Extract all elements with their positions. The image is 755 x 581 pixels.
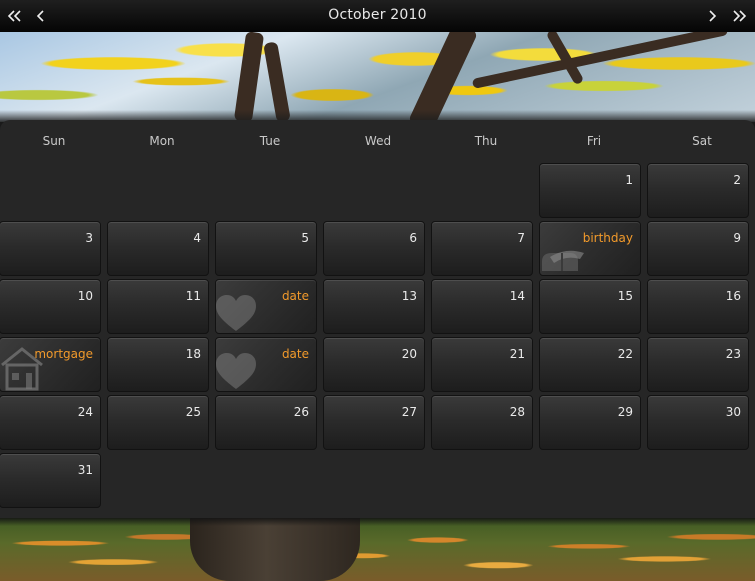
day-cell[interactable]: 28 <box>431 395 533 450</box>
day-cell[interactable]: 2 <box>647 163 749 218</box>
day-cell[interactable]: 9 <box>647 221 749 276</box>
day-number: 25 <box>185 405 201 419</box>
day-cell[interactable]: 15 <box>539 279 641 334</box>
day-cell-event[interactable]: date <box>215 337 317 392</box>
day-cell[interactable]: 5 <box>215 221 317 276</box>
day-number: 4 <box>193 231 201 245</box>
day-cell-event[interactable]: birthday <box>539 221 641 276</box>
day-cell[interactable]: 18 <box>107 337 209 392</box>
day-cell[interactable]: 3 <box>0 221 101 276</box>
event-label: date <box>281 289 309 303</box>
day-cell[interactable]: 31 <box>0 453 101 508</box>
day-cell[interactable]: 24 <box>0 395 101 450</box>
day-number: 7 <box>517 231 525 245</box>
day-cell[interactable]: 16 <box>647 279 749 334</box>
day-number: 31 <box>77 463 93 477</box>
day-number: 14 <box>509 289 525 303</box>
day-cell[interactable]: 25 <box>107 395 209 450</box>
day-cell[interactable]: 14 <box>431 279 533 334</box>
day-number: 29 <box>617 405 633 419</box>
day-number: 13 <box>401 289 417 303</box>
day-cell[interactable]: 4 <box>107 221 209 276</box>
day-cell[interactable]: 11 <box>107 279 209 334</box>
weekday-label: Tue <box>259 134 281 148</box>
day-number: 26 <box>293 405 309 419</box>
heart-icon <box>216 295 256 331</box>
day-number: 27 <box>401 405 417 419</box>
day-cell[interactable]: 21 <box>431 337 533 392</box>
heart-icon <box>216 353 256 389</box>
day-number: 11 <box>185 289 201 303</box>
day-cell[interactable]: 29 <box>539 395 641 450</box>
event-label: birthday <box>582 231 633 245</box>
day-number: 6 <box>409 231 417 245</box>
double-chevron-right-icon <box>733 10 747 22</box>
day-cell[interactable]: 23 <box>647 337 749 392</box>
weekday-label: Fri <box>586 134 602 148</box>
day-number: 20 <box>401 347 417 361</box>
day-cell-event[interactable]: date <box>215 279 317 334</box>
month-title: October 2010 <box>328 7 427 23</box>
event-label: mortgage <box>34 347 93 361</box>
day-number: 22 <box>617 347 633 361</box>
weekday-label: Mon <box>149 134 175 148</box>
day-cell[interactable]: 27 <box>323 395 425 450</box>
day-number: 28 <box>509 405 525 419</box>
day-cell[interactable]: 22 <box>539 337 641 392</box>
day-number: 10 <box>77 289 93 303</box>
day-number: 24 <box>77 405 93 419</box>
day-cell-event[interactable]: mortgage <box>0 337 101 392</box>
weekday-label: Sun <box>42 134 66 148</box>
day-cell[interactable]: 1 <box>539 163 641 218</box>
day-number: 15 <box>617 289 633 303</box>
day-number: 21 <box>509 347 525 361</box>
day-cell[interactable]: 26 <box>215 395 317 450</box>
gift-icon <box>542 250 584 271</box>
day-number: 23 <box>725 347 741 361</box>
day-cell[interactable]: 13 <box>323 279 425 334</box>
day-number: 3 <box>85 231 93 245</box>
day-cell[interactable]: 10 <box>0 279 101 334</box>
autumn-leaves-footer-image <box>0 518 755 581</box>
header-bar: October 2010 <box>0 0 755 32</box>
weekday-label: Wed <box>364 134 392 148</box>
day-cell[interactable]: 30 <box>647 395 749 450</box>
day-cell[interactable]: 20 <box>323 337 425 392</box>
day-cell[interactable]: 7 <box>431 221 533 276</box>
next-year-button[interactable] <box>729 6 751 26</box>
day-number: 16 <box>725 289 741 303</box>
day-number: 9 <box>733 231 741 245</box>
day-number: 30 <box>725 405 741 419</box>
day-number: 2 <box>733 173 741 187</box>
chevron-right-icon <box>709 10 717 22</box>
day-number: 18 <box>185 347 201 361</box>
next-month-button[interactable] <box>701 6 723 26</box>
day-number: 5 <box>301 231 309 245</box>
day-number: 1 <box>625 173 633 187</box>
event-label: date <box>281 347 309 361</box>
day-cell[interactable]: 6 <box>323 221 425 276</box>
weekday-label: Thu <box>474 134 498 148</box>
autumn-tree-banner-image <box>0 32 755 122</box>
weekday-label: Sat <box>692 134 712 148</box>
